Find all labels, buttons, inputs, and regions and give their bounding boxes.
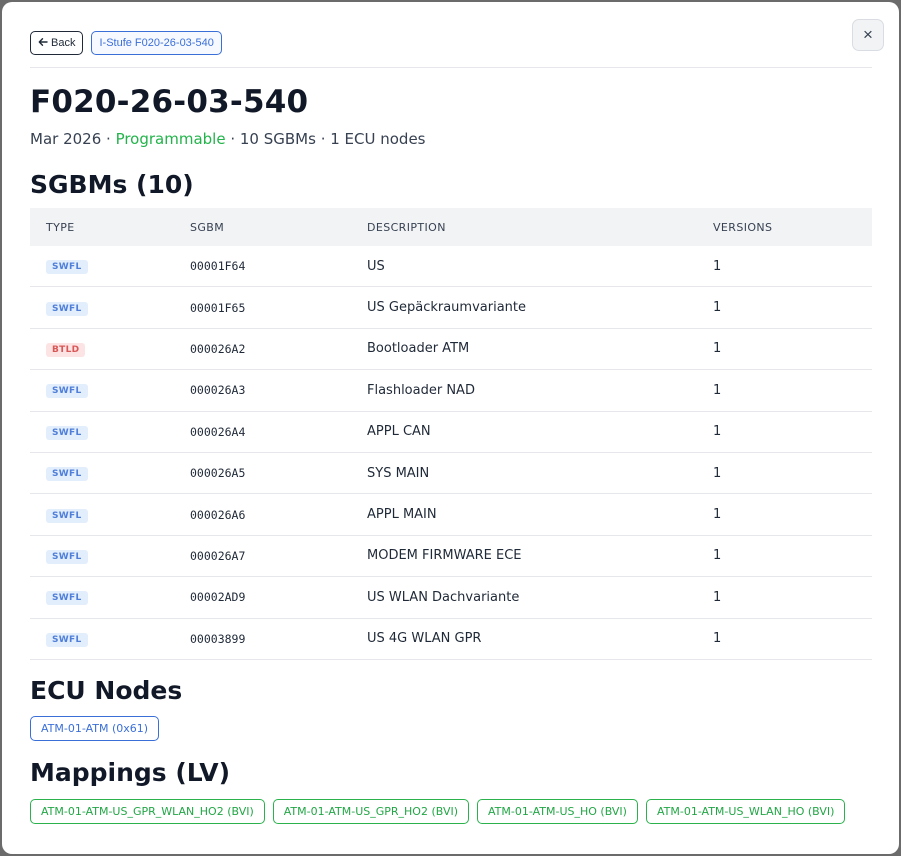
table-body: SWFL 00001F64 US 1 SWFL 00001F65 US Gepäckraum… — [30, 246, 872, 660]
sgbm-table: TYPE SGBM DESCRIPTION VERSIONS SWFL 00001… — [30, 208, 872, 660]
type-badge: SWFL — [46, 632, 88, 647]
meta-separator: · — [101, 130, 116, 148]
column-header-versions: VERSIONS — [713, 220, 773, 234]
type-badge: SWFL — [46, 549, 88, 564]
type-badge: BTLD — [46, 342, 86, 357]
header-divider — [30, 67, 872, 68]
modal-toolbar: Back I-Stufe F020-26-03-540 — [30, 31, 222, 55]
description-cell: APPL MAIN — [367, 507, 437, 523]
versions-cell: 1 — [713, 258, 722, 274]
mappings-heading: Mappings (LV) — [30, 758, 231, 787]
sgbm-cell: 00003899 — [190, 631, 246, 646]
close-icon: × — [863, 25, 873, 44]
type-badge: SWFL — [46, 301, 88, 316]
sgbm-cell: 000026A5 — [190, 466, 246, 481]
mapping-tag[interactable]: ATM-01-ATM-US_WLAN_HO (BVI) — [645, 799, 846, 824]
type-cell: SWFL — [30, 589, 190, 606]
mapping-tag[interactable]: ATM-01-ATM-US_GPR_WLAN_HO2 (BVI) — [30, 799, 265, 824]
meta-line: Mar 2026 · Programmable · 10 SGBMs · 1 E… — [30, 130, 426, 148]
meta-counts: · 10 SGBMs · 1 ECU nodes — [225, 130, 426, 148]
versions-cell: 1 — [713, 341, 722, 357]
sgbm-cell: 000026A4 — [190, 424, 246, 439]
table-row[interactable]: SWFL 00003899 US 4G WLAN GPR 1 — [30, 619, 872, 660]
sgbm-cell: 000026A7 — [190, 548, 246, 563]
sgbm-cell: 00001F64 — [190, 259, 246, 274]
description-cell: Flashloader NAD — [367, 382, 475, 398]
type-cell: SWFL — [30, 424, 190, 440]
ecu-node-list: ATM-01-ATM (0x61) — [30, 716, 160, 741]
versions-cell: 1 — [713, 424, 722, 440]
i-stufe-breadcrumb-button[interactable]: I-Stufe F020-26-03-540 — [91, 31, 222, 55]
sgbm-cell: 00002AD9 — [190, 590, 246, 605]
detail-modal: Back I-Stufe F020-26-03-540 × F020-26-03… — [2, 2, 899, 854]
description-cell: US WLAN Dachvariante — [367, 589, 520, 605]
sgbms-heading: SGBMs (10) — [30, 170, 194, 199]
description-cell: APPL CAN — [367, 424, 431, 440]
type-badge: SWFL — [46, 467, 88, 482]
mapping-tag[interactable]: ATM-01-ATM-US_GPR_HO2 (BVI) — [272, 799, 470, 824]
type-cell: SWFL — [30, 631, 190, 647]
versions-cell: 1 — [713, 631, 722, 647]
type-cell: SWFL — [30, 507, 190, 523]
sgbm-cell: 00001F65 — [190, 300, 246, 315]
arrow-left-icon — [38, 37, 48, 50]
versions-cell: 1 — [713, 382, 722, 398]
type-cell: SWFL — [30, 258, 190, 275]
versions-cell: 1 — [713, 589, 722, 605]
type-cell: SWFL — [30, 300, 190, 316]
table-row[interactable]: SWFL 000026A6 APPL MAIN 1 — [30, 494, 872, 536]
table-row[interactable]: SWFL 00001F65 US Gepäckraumvariante 1 — [30, 287, 872, 329]
mapping-tag[interactable]: ATM-01-ATM-US_HO (BVI) — [477, 799, 638, 824]
type-cell: SWFL — [30, 548, 190, 564]
meta-date: Mar 2026 — [30, 130, 102, 148]
table-row[interactable]: SWFL 000026A4 APPL CAN 1 — [30, 412, 872, 453]
back-button[interactable]: Back — [30, 31, 84, 55]
back-button-label: Back — [51, 37, 76, 49]
mapping-list: ATM-01-ATM-US_GPR_WLAN_HO2 (BVI) ATM-01-A… — [30, 799, 846, 824]
table-row[interactable]: BTLD 000026A2 Bootloader ATM 1 — [30, 329, 872, 371]
table-header: TYPE SGBM DESCRIPTION VERSIONS — [30, 208, 872, 246]
type-badge: SWFL — [46, 384, 88, 399]
type-badge: SWFL — [46, 508, 88, 523]
description-cell: MODEM FIRMWARE ECE — [367, 548, 522, 564]
versions-cell: 1 — [713, 548, 722, 564]
i-stufe-breadcrumb-label: I-Stufe F020-26-03-540 — [99, 37, 214, 49]
status-text: Programmable — [115, 130, 226, 148]
table-row[interactable]: SWFL 000026A3 Flashloader NAD 1 — [30, 370, 872, 412]
sgbm-cell: 000026A3 — [190, 383, 246, 398]
type-cell: SWFL — [30, 382, 190, 399]
versions-cell: 1 — [713, 300, 722, 316]
versions-cell: 1 — [713, 465, 722, 481]
type-cell: BTLD — [30, 341, 190, 357]
table-row[interactable]: SWFL 00002AD9 US WLAN Dachvariante 1 — [30, 577, 872, 619]
type-cell: SWFL — [30, 465, 190, 482]
ecu-nodes-heading: ECU Nodes — [30, 676, 183, 705]
ecu-node-tag[interactable]: ATM-01-ATM (0x61) — [30, 716, 160, 741]
table-row[interactable]: SWFL 00001F64 US 1 — [30, 246, 872, 288]
sgbm-cell: 000026A2 — [190, 341, 246, 356]
type-badge: SWFL — [46, 260, 88, 275]
page-title: F020-26-03-540 — [30, 84, 309, 120]
type-badge: SWFL — [46, 591, 88, 606]
table-row[interactable]: SWFL 000026A5 SYS MAIN 1 — [30, 453, 872, 495]
column-header-sgbm: SGBM — [190, 220, 225, 234]
description-cell: US — [367, 258, 385, 274]
description-cell: US Gepäckraumvariante — [367, 300, 526, 316]
column-header-description: DESCRIPTION — [367, 220, 446, 234]
versions-cell: 1 — [713, 507, 722, 523]
column-header-type: TYPE — [46, 220, 75, 234]
table-row[interactable]: SWFL 000026A7 MODEM FIRMWARE ECE 1 — [30, 536, 872, 578]
description-cell: US 4G WLAN GPR — [367, 631, 482, 647]
description-cell: Bootloader ATM — [367, 341, 470, 357]
sgbm-cell: 000026A6 — [190, 507, 246, 522]
close-button[interactable]: × — [852, 19, 884, 51]
type-badge: SWFL — [46, 425, 88, 440]
description-cell: SYS MAIN — [367, 465, 430, 481]
